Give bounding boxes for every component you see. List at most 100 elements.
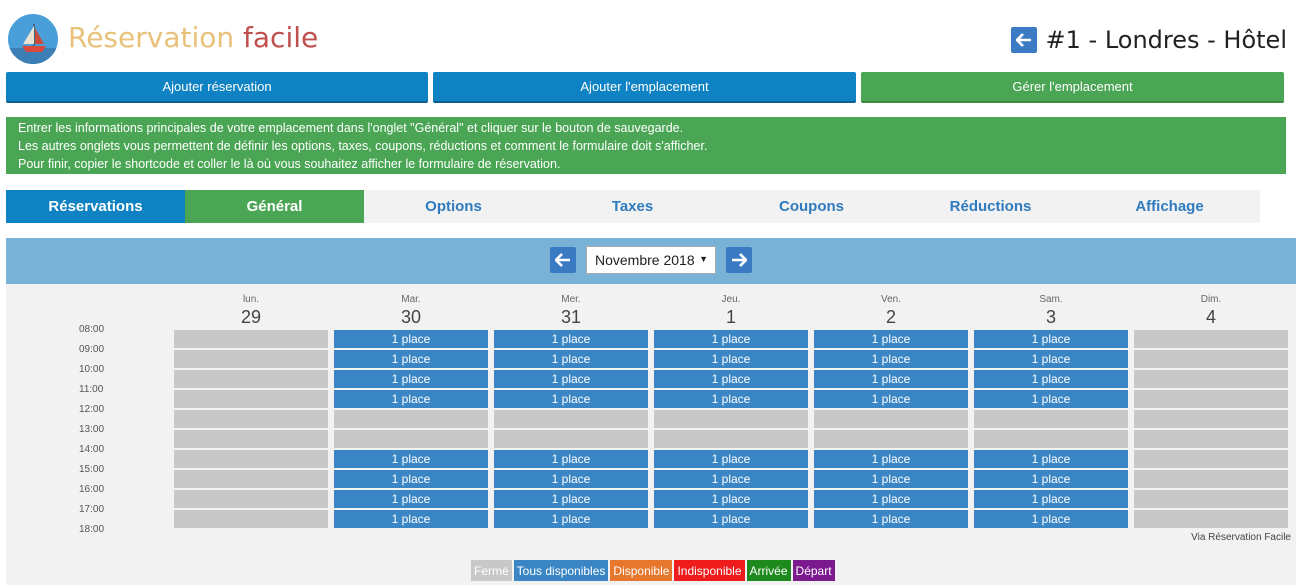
- day-name: lun.: [242, 294, 260, 305]
- time-slot-closed: [174, 470, 328, 488]
- day-name: Dim.: [1200, 294, 1222, 305]
- legend: Fermé Tous disponibles Disponible Indisponi…: [471, 560, 837, 581]
- time-slot-available[interactable]: 1 place: [654, 330, 808, 348]
- time-label: 09:00: [79, 344, 105, 355]
- time-slot-available[interactable]: 1 place: [494, 350, 648, 368]
- time-slot-available[interactable]: 1 place: [974, 390, 1128, 408]
- time-slot-closed: [334, 430, 488, 448]
- time-slot-available[interactable]: 1 place: [814, 350, 968, 368]
- time-slot-available[interactable]: 1 place: [974, 450, 1128, 468]
- time-slot-available[interactable]: 1 place: [814, 390, 968, 408]
- time-slot-available[interactable]: 1 place: [494, 390, 648, 408]
- time-slot-closed: [974, 410, 1128, 428]
- time-slot-available[interactable]: 1 place: [494, 470, 648, 488]
- day-name: Jeu.: [721, 294, 741, 305]
- time-slot-available[interactable]: 1 place: [974, 470, 1128, 488]
- tab-bar: Réservations Général Options Taxes Coupo…: [6, 190, 1260, 223]
- time-slot-available[interactable]: 1 place: [654, 370, 808, 388]
- via-credit: Via Réservation Facile: [1191, 532, 1291, 543]
- tab-options[interactable]: Options: [364, 190, 543, 223]
- day-number: 1: [725, 307, 736, 327]
- tab-taxes[interactable]: Taxes: [543, 190, 722, 223]
- time-label: 11:00: [79, 384, 104, 395]
- time-slot-closed: [654, 430, 808, 448]
- time-slot-available[interactable]: 1 place: [974, 330, 1128, 348]
- manage-location-button[interactable]: Gérer l'emplacement: [861, 72, 1284, 103]
- time-slot-available[interactable]: 1 place: [654, 390, 808, 408]
- brand-name: Réservation facile: [68, 21, 318, 54]
- time-slot-available[interactable]: 1 place: [974, 370, 1128, 388]
- day-number: 31: [560, 307, 582, 327]
- add-location-button[interactable]: Ajouter l'emplacement: [433, 72, 856, 103]
- time-slot-available[interactable]: 1 place: [814, 510, 968, 528]
- tab-reductions[interactable]: Réductions: [901, 190, 1080, 223]
- legend-item: Disponible: [610, 560, 673, 581]
- time-slot-available[interactable]: 1 place: [334, 390, 488, 408]
- legend-item: Arrivée: [746, 560, 791, 581]
- arrow-right-icon: [732, 253, 747, 267]
- time-slot-available[interactable]: 1 place: [494, 490, 648, 508]
- time-slot-available[interactable]: 1 place: [814, 490, 968, 508]
- time-slot-available[interactable]: 1 place: [654, 350, 808, 368]
- time-slot-available[interactable]: 1 place: [974, 490, 1128, 508]
- time-slot-available[interactable]: 1 place: [334, 450, 488, 468]
- time-slot-available[interactable]: 1 place: [814, 450, 968, 468]
- time-slot-closed: [174, 330, 328, 348]
- time-slot-available[interactable]: 1 place: [654, 490, 808, 508]
- day-name: Mer.: [561, 294, 581, 305]
- time-slot-available[interactable]: 1 place: [814, 370, 968, 388]
- time-slot-available[interactable]: 1 place: [814, 330, 968, 348]
- day-number: 29: [240, 307, 262, 327]
- time-label: 08:00: [79, 324, 105, 335]
- time-slot-available[interactable]: 1 place: [494, 450, 648, 468]
- time-slot-closed: [1134, 330, 1288, 348]
- time-slot-available[interactable]: 1 place: [494, 330, 648, 348]
- month-select-value: Novembre 2018: [595, 252, 695, 268]
- page-title: #1 - Londres - Hôtel: [1045, 26, 1287, 54]
- tab-coupons[interactable]: Coupons: [722, 190, 901, 223]
- legend-item: Départ: [792, 560, 835, 581]
- day-number: 30: [400, 307, 422, 327]
- time-slot-available[interactable]: 1 place: [334, 370, 488, 388]
- time-slot-available[interactable]: 1 place: [654, 510, 808, 528]
- sailboat-icon: [8, 24, 58, 64]
- next-month-button[interactable]: [726, 247, 752, 273]
- day-header: Mar. 30: [334, 294, 488, 328]
- info-panel: Entrer les informations principales de v…: [6, 117, 1286, 174]
- calendar-grid: Via Réservation Facile lun. 29 Mar. 30 1 pla…: [6, 284, 1296, 585]
- day-number: 3: [1045, 307, 1056, 327]
- month-select[interactable]: Novembre 2018 ▼: [586, 246, 716, 274]
- time-slot-available[interactable]: 1 place: [334, 350, 488, 368]
- day-header: Dim. 4: [1134, 294, 1288, 328]
- day-number: 4: [1205, 307, 1216, 327]
- time-slot-available[interactable]: 1 place: [334, 330, 488, 348]
- time-slot-available[interactable]: 1 place: [334, 470, 488, 488]
- time-slot-available[interactable]: 1 place: [334, 510, 488, 528]
- time-slot-closed: [1134, 490, 1288, 508]
- time-label: 10:00: [79, 364, 105, 375]
- time-slot-available[interactable]: 1 place: [334, 490, 488, 508]
- tab-reservations[interactable]: Réservations: [6, 190, 185, 223]
- calendar-toolbar: Novembre 2018 ▼: [6, 238, 1296, 284]
- time-slot-available[interactable]: 1 place: [494, 370, 648, 388]
- logo: [8, 14, 58, 64]
- time-slot-available[interactable]: 1 place: [974, 350, 1128, 368]
- time-slot-available[interactable]: 1 place: [974, 510, 1128, 528]
- add-reservation-button[interactable]: Ajouter réservation: [6, 72, 428, 103]
- time-slot-closed: [1134, 390, 1288, 408]
- prev-month-button[interactable]: [550, 247, 576, 273]
- time-slot-closed: [494, 410, 648, 428]
- time-slot-available[interactable]: 1 place: [494, 510, 648, 528]
- tab-display[interactable]: Affichage: [1080, 190, 1259, 223]
- time-slot-available[interactable]: 1 place: [654, 450, 808, 468]
- time-slot-closed: [174, 410, 328, 428]
- time-label: 18:00: [79, 524, 105, 535]
- time-label: 14:00: [79, 444, 105, 455]
- back-button[interactable]: [1010, 27, 1037, 53]
- day-number: 2: [885, 307, 896, 327]
- legend-item: Tous disponibles: [513, 560, 609, 581]
- tab-general[interactable]: Général: [185, 190, 364, 223]
- time-slot-closed: [174, 490, 328, 508]
- time-slot-available[interactable]: 1 place: [814, 470, 968, 488]
- time-slot-available[interactable]: 1 place: [654, 470, 808, 488]
